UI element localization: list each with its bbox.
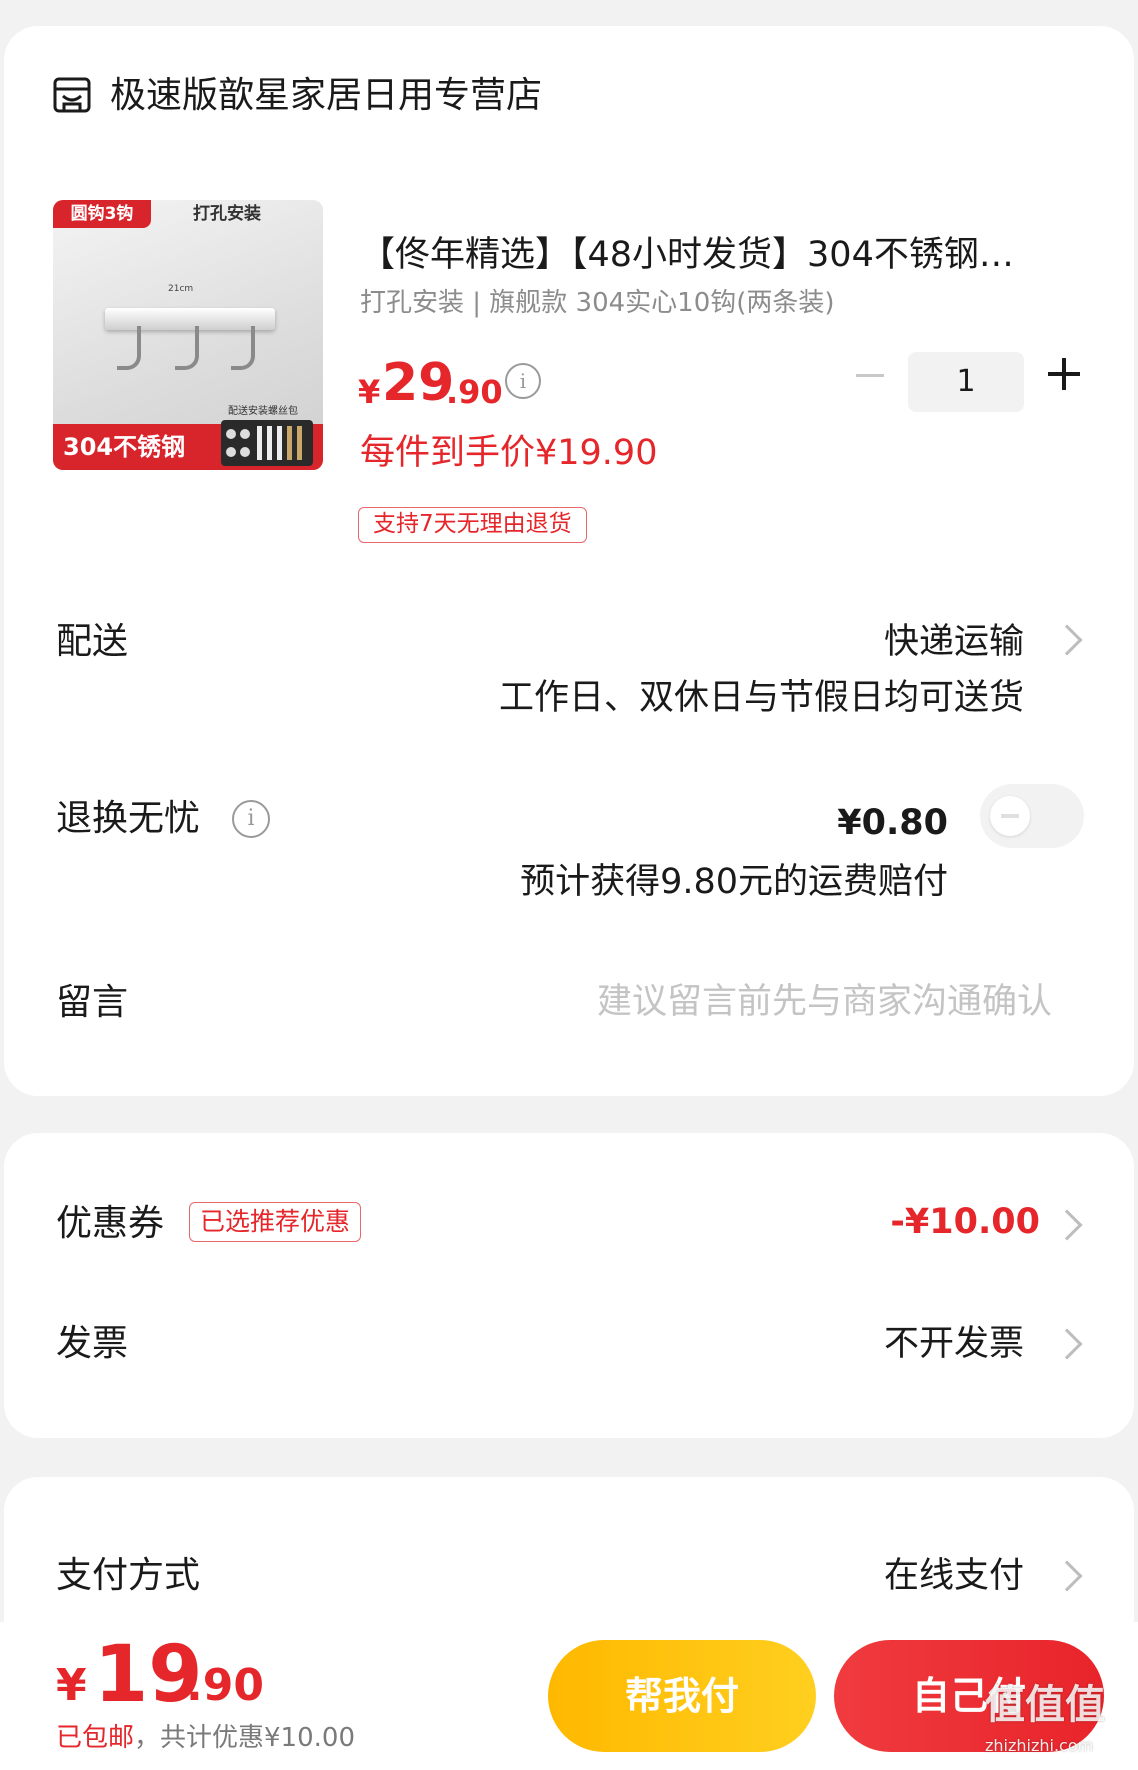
product-image[interactable]: 圆钩3钩 打孔安装 21cm 配送安装螺丝包 304不锈钢 — [53, 200, 323, 470]
invoice-value[interactable]: 不开发票 — [884, 1320, 1024, 1368]
return-insurance-info-icon[interactable]: i — [232, 800, 270, 838]
message-label: 留言 — [56, 982, 129, 1023]
message-input[interactable]: 建议留言前先与商家沟通确认 — [597, 978, 1052, 1026]
order-card — [4, 26, 1134, 1096]
discount-card — [4, 1133, 1134, 1438]
coupon-label: 优惠券 — [56, 1203, 165, 1244]
watermark-text: 值值值 — [985, 1682, 1105, 1728]
hook-shape — [231, 326, 255, 370]
invoice-label: 发票 — [56, 1323, 129, 1364]
coupon-recommended-badge: 已选推荐优惠 — [189, 1202, 362, 1242]
screw-kit-shape — [221, 420, 313, 466]
coupon-value[interactable]: -¥10.00 — [890, 1198, 1040, 1246]
discount-note: ，共计优惠¥10.00 — [134, 1723, 355, 1753]
image-tag-top: 圆钩3钩 — [53, 200, 151, 228]
price-symbol: ¥ — [358, 373, 381, 411]
image-dimension: 21cm — [168, 284, 194, 294]
unit-final-price: 每件到手价¥19.90 — [360, 433, 658, 473]
hook-shape — [175, 326, 199, 370]
return-insurance-label: 退换无忧 — [56, 798, 201, 839]
hook-shape — [117, 326, 141, 370]
return-insurance-price: ¥0.80 — [837, 803, 948, 843]
return-insurance-note: 预计获得9.80元的运费赔付 — [520, 862, 948, 902]
total-note: 已包邮，共计优惠¥10.00 — [56, 1720, 355, 1756]
shop-name[interactable]: 极速版歆星家居日用专营店 — [110, 72, 542, 120]
quantity-increase-button[interactable] — [1044, 354, 1084, 394]
return-insurance-toggle[interactable] — [980, 784, 1084, 848]
total-decimal: .90 — [186, 1660, 264, 1711]
image-tag-install: 打孔安装 — [193, 204, 261, 224]
delivery-note: 工作日、双休日与节假日均可送货 — [498, 678, 1024, 718]
help-pay-button[interactable]: 帮我付 — [548, 1640, 816, 1752]
price-info-icon[interactable]: i — [505, 363, 541, 399]
payment-method-label: 支付方式 — [56, 1555, 201, 1596]
quantity-input[interactable]: 1 — [908, 352, 1024, 412]
product-sku[interactable]: 打孔安装 | 旗舰款 304实心10钩(两条装) — [360, 286, 835, 320]
quantity-decrease-button[interactable] — [852, 357, 888, 393]
price-decimal: .90 — [446, 373, 503, 411]
toggle-knob — [990, 796, 1030, 836]
delivery-value[interactable]: 快递运输 — [884, 618, 1024, 666]
price-integer: 29 — [382, 353, 455, 413]
total-symbol: ¥ — [56, 1660, 87, 1711]
watermark-url: zhizhizhi.com — [985, 1736, 1094, 1755]
image-kit-label: 配送安装螺丝包 — [228, 406, 298, 417]
shipping-note: 已包邮 — [56, 1723, 135, 1753]
shop-icon — [53, 77, 91, 113]
return-policy-badge: 支持7天无理由退货 — [358, 507, 587, 543]
product-title[interactable]: 【佟年精选】【48小时发货】304不锈钢… — [360, 232, 1080, 278]
image-bottom-label: 304不锈钢 — [63, 433, 186, 461]
payment-method-value[interactable]: 在线支付 — [884, 1552, 1024, 1600]
delivery-label: 配送 — [56, 621, 129, 662]
